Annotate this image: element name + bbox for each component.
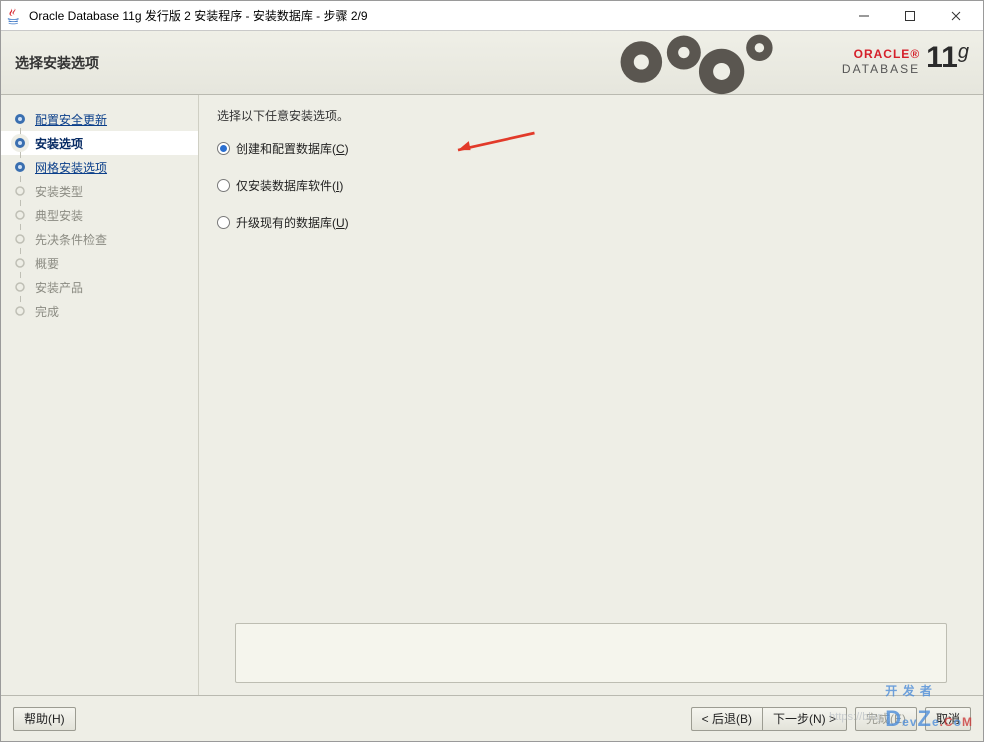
cancel-button[interactable]: 取消 xyxy=(925,707,971,731)
step-dot-icon xyxy=(11,230,29,248)
install-option-1[interactable]: 仅安装数据库软件(I) xyxy=(217,177,965,194)
oracle-logo: ORACLE® DATABASE 11g xyxy=(842,41,969,75)
step-8: 完成 xyxy=(1,299,198,323)
step-label: 安装选项 xyxy=(35,135,83,152)
step-6: 概要 xyxy=(1,251,198,275)
back-button[interactable]: < 后退(B) xyxy=(691,707,762,731)
step-dot-icon xyxy=(11,254,29,272)
gears-decoration xyxy=(613,25,783,99)
radio-icon[interactable] xyxy=(217,179,230,192)
step-label: 安装产品 xyxy=(35,279,83,296)
next-button[interactable]: 下一步(N) > xyxy=(762,707,847,731)
header-banner: 选择安装选项 ORACLE® DATABASE 11g xyxy=(1,31,983,95)
help-button[interactable]: 帮助(H) xyxy=(13,707,76,731)
step-dot-icon xyxy=(11,206,29,224)
step-7: 安装产品 xyxy=(1,275,198,299)
body: 配置安全更新安装选项网格安装选项安装类型典型安装先决条件检查概要安装产品完成 选… xyxy=(1,95,983,695)
message-area xyxy=(235,623,947,683)
option-label: 创建和配置数据库(C) xyxy=(236,140,349,157)
steps-sidebar: 配置安全更新安装选项网格安装选项安装类型典型安装先决条件检查概要安装产品完成 xyxy=(1,95,199,695)
installer-window: Oracle Database 11g 发行版 2 安装程序 - 安装数据库 -… xyxy=(0,0,984,742)
install-option-2[interactable]: 升级现有的数据库(U) xyxy=(217,214,965,231)
step-4: 典型安装 xyxy=(1,203,198,227)
step-3: 安装类型 xyxy=(1,179,198,203)
step-label: 网格安装选项 xyxy=(35,159,107,176)
step-label: 安装类型 xyxy=(35,183,83,200)
instruction-text: 选择以下任意安装选项。 xyxy=(217,107,965,124)
footer: 帮助(H) < 后退(B) 下一步(N) > 完成(E) 取消 https://… xyxy=(1,695,983,741)
radio-icon[interactable] xyxy=(217,216,230,229)
finish-button[interactable]: 完成(E) xyxy=(855,707,917,731)
step-label: 典型安装 xyxy=(35,207,83,224)
step-1: 安装选项 xyxy=(1,131,198,155)
install-option-0[interactable]: 创建和配置数据库(C) xyxy=(217,140,965,157)
option-label: 升级现有的数据库(U) xyxy=(236,214,349,231)
step-dot-icon xyxy=(11,134,29,152)
install-option-group: 创建和配置数据库(C) 仅安装数据库软件(I) 升级现有的数据库(U) xyxy=(217,140,965,231)
titlebar: Oracle Database 11g 发行版 2 安装程序 - 安装数据库 -… xyxy=(1,1,983,31)
step-label: 先决条件检查 xyxy=(35,231,107,248)
step-label: 配置安全更新 xyxy=(35,111,107,128)
step-2[interactable]: 网格安装选项 xyxy=(1,155,198,179)
maximize-button[interactable] xyxy=(887,1,933,31)
step-dot-icon xyxy=(11,158,29,176)
step-label: 完成 xyxy=(35,303,59,320)
step-5: 先决条件检查 xyxy=(1,227,198,251)
minimize-button[interactable] xyxy=(841,1,887,31)
step-0[interactable]: 配置安全更新 xyxy=(1,107,198,131)
version-11g: 11g xyxy=(926,41,969,75)
radio-icon[interactable] xyxy=(217,142,230,155)
option-label: 仅安装数据库软件(I) xyxy=(236,177,343,194)
annotation-arrow-icon xyxy=(449,127,539,157)
window-title: Oracle Database 11g 发行版 2 安装程序 - 安装数据库 -… xyxy=(29,7,841,24)
step-dot-icon xyxy=(11,278,29,296)
close-button[interactable] xyxy=(933,1,979,31)
step-label: 概要 xyxy=(35,255,59,272)
java-icon xyxy=(5,7,23,25)
step-dot-icon xyxy=(11,302,29,320)
page-title: 选择安装选项 xyxy=(1,53,99,73)
step-dot-icon xyxy=(11,110,29,128)
main-panel: 选择以下任意安装选项。 创建和配置数据库(C) 仅安装数据库软件(I) 升级现有的数… xyxy=(199,95,983,695)
step-dot-icon xyxy=(11,182,29,200)
